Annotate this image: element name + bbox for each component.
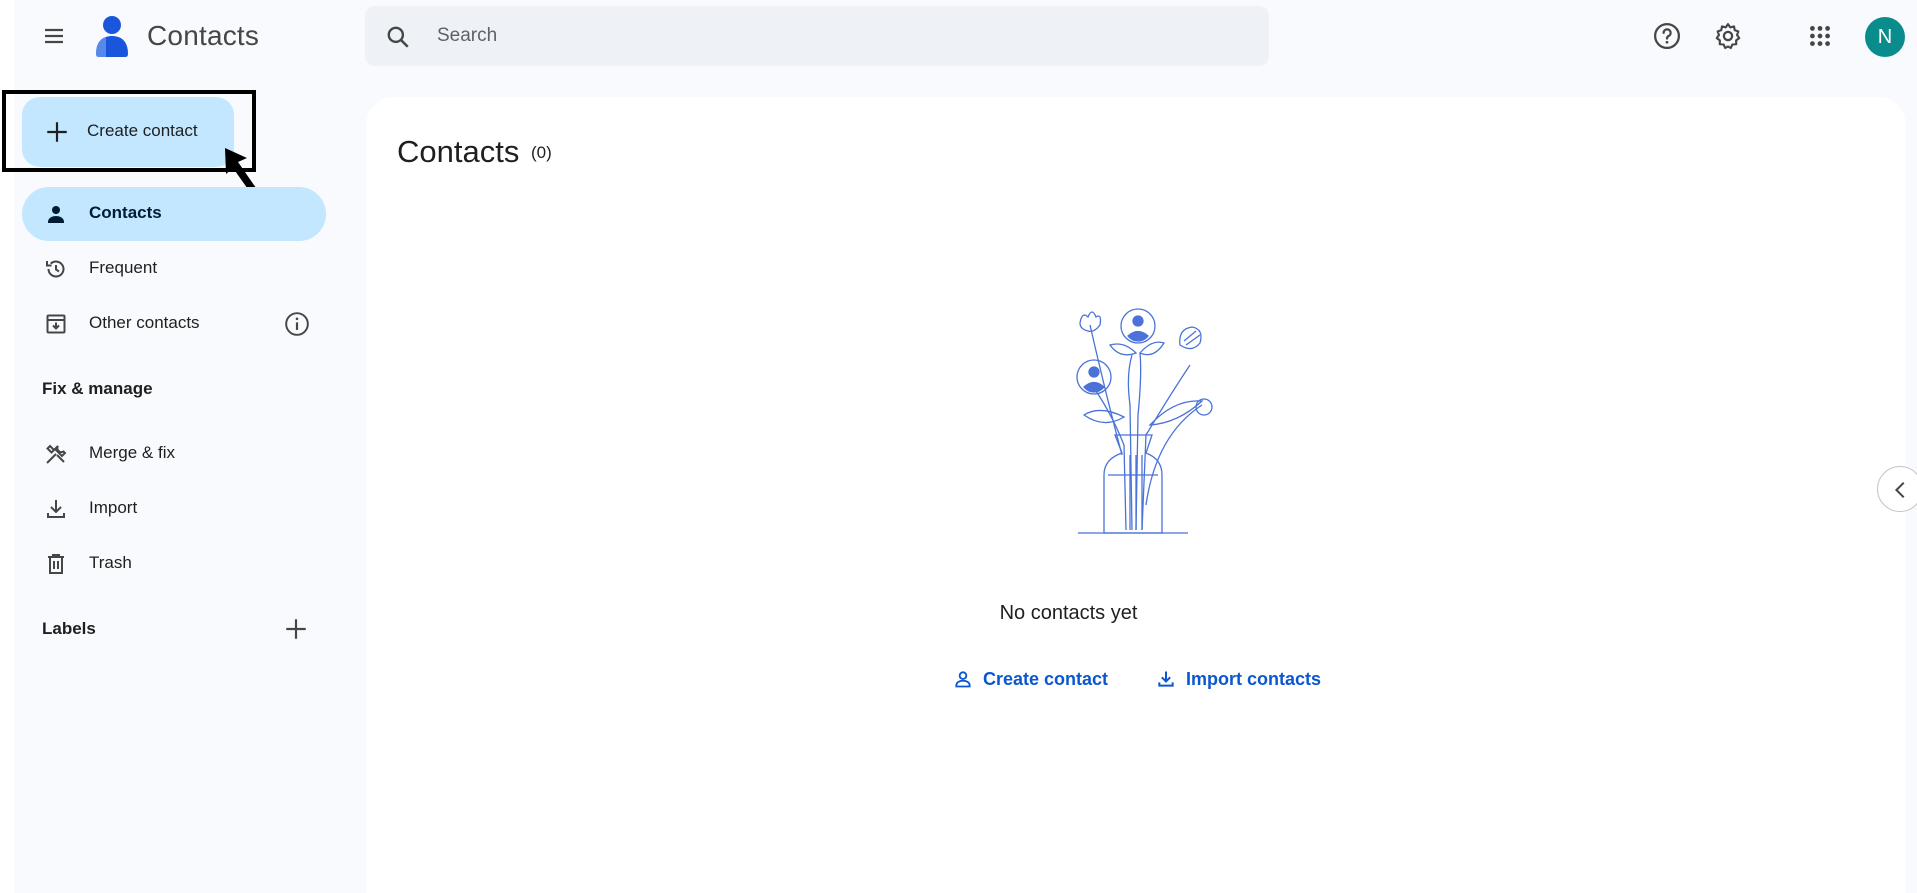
trash-icon <box>48 554 64 574</box>
history-icon <box>46 260 65 278</box>
hamburger-menu-icon <box>45 28 63 44</box>
sidebar-item-other-contacts[interactable]: Other contacts <box>22 297 326 351</box>
person-outline-icon <box>955 671 971 688</box>
main-menu-button[interactable] <box>38 20 70 52</box>
plus-icon <box>47 122 67 142</box>
empty-state-message: No contacts yet <box>0 602 1917 625</box>
sidebar-item-frequent[interactable]: Frequent <box>22 242 326 296</box>
import-contacts-link[interactable]: Import contacts <box>1156 667 1321 691</box>
account-avatar[interactable]: N <box>1865 17 1905 57</box>
import-contacts-link-label: Import contacts <box>1186 668 1322 689</box>
contact-count: (0) <box>531 143 552 162</box>
settings-button[interactable] <box>1711 19 1745 53</box>
person-icon <box>48 206 64 223</box>
create-contact-button[interactable]: Create contact <box>22 97 234 167</box>
create-contact-link[interactable]: Create contact <box>953 667 1108 691</box>
archive-download-icon <box>46 314 66 334</box>
app-title: Contacts <box>147 20 260 51</box>
contacts-app: Contacts N Create contact Contacts Frequ… <box>0 0 1917 893</box>
download-icon <box>47 500 65 518</box>
sidebar-item-label: Merge & fix <box>89 443 175 462</box>
help-button[interactable] <box>1650 19 1684 53</box>
page-title: Contacts <box>397 134 520 169</box>
search-icon[interactable] <box>385 24 411 50</box>
sidebar-item-label: Frequent <box>89 258 158 277</box>
sidebar-item-label: Contacts <box>89 203 162 222</box>
left-edge <box>0 0 14 893</box>
sidebar-item-label: Import <box>89 498 138 517</box>
apps-grid-icon <box>1810 26 1830 46</box>
fix-manage-heading: Fix & manage <box>42 379 153 398</box>
top-bar: Contacts N <box>14 0 1917 74</box>
empty-state-text: No contacts yet <box>999 602 1138 624</box>
sidebar-item-label: Other contacts <box>89 313 200 332</box>
create-contact-label: Create contact <box>87 121 198 140</box>
side-panel-toggle-button[interactable] <box>1877 466 1917 512</box>
sidebar-item-merge-fix[interactable]: Merge & fix <box>22 427 326 481</box>
contacts-logo-icon <box>96 16 128 57</box>
sidebar-item-import[interactable]: Import <box>22 482 326 536</box>
sidebar-item-contacts[interactable]: Contacts <box>22 187 326 241</box>
download-icon <box>1158 671 1174 687</box>
search-input[interactable] <box>437 6 1237 66</box>
help-icon <box>1654 23 1680 49</box>
gear-icon <box>1715 23 1741 50</box>
sidebar-item-label: Trash <box>89 553 132 572</box>
info-icon[interactable] <box>284 311 310 337</box>
sidebar-item-trash[interactable]: Trash <box>22 537 326 591</box>
create-contact-link-label: Create contact <box>983 668 1109 689</box>
empty-state-illustration <box>1076 308 1213 534</box>
search-bar[interactable] <box>365 6 1269 66</box>
merge-fix-icon <box>46 444 67 464</box>
apps-button[interactable] <box>1803 19 1837 53</box>
chevron-left-icon <box>1894 481 1905 499</box>
